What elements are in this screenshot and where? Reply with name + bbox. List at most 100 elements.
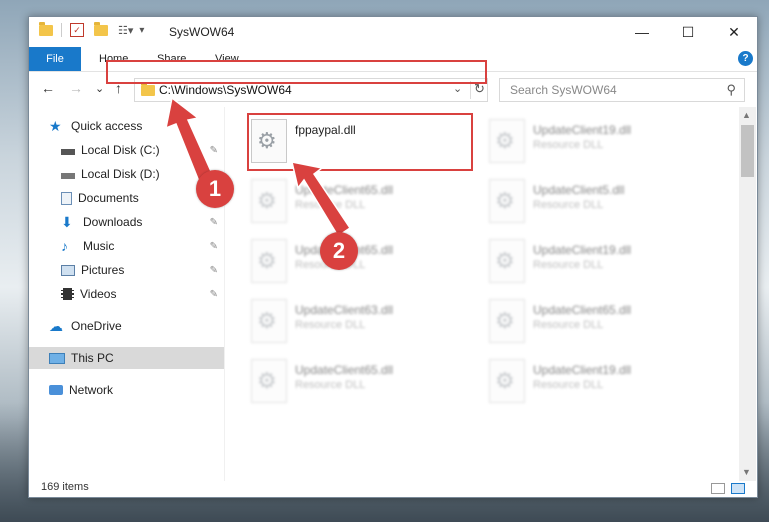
dll-file-icon [489,119,525,163]
sidebar-item-documents[interactable]: Documents [29,187,224,209]
sidebar-item-quick-access[interactable]: ★ Quick access [29,115,224,137]
sidebar-item-label: Videos [80,287,117,301]
search-icon[interactable]: ⚲ [726,82,736,98]
sidebar-item-local-disk-c[interactable]: Local Disk (C:) ✎ [29,139,224,161]
file-item[interactable]: UpdateClient63.dll Resource DLL [245,295,475,349]
dll-file-icon [489,239,525,283]
address-path[interactable]: C:\Windows\SysWOW64 [159,83,292,97]
file-type: Resource DLL [533,319,604,331]
file-item[interactable]: UpdateClient65.dll Resource DLL [245,235,475,289]
file-item[interactable]: UpdateClient5.dll Resource DLL [483,175,713,229]
file-item[interactable]: UpdateClient65.dll Resource DLL [245,355,475,409]
pin-icon[interactable]: ✎ [210,265,218,276]
file-type: Resource DLL [295,319,366,331]
minimize-button[interactable]: — [619,17,665,47]
pin-icon[interactable]: ✎ [210,145,218,156]
sidebar-item-label: Network [69,383,114,397]
file-name: UpdateClient5.dll [533,183,625,197]
close-button[interactable]: ✕ [711,17,757,47]
large-icons-view-icon[interactable] [731,483,745,494]
pin-icon[interactable]: ✎ [210,289,218,300]
sidebar-item-music[interactable]: ♪ Music ✎ [29,235,224,257]
dll-file-icon [251,179,287,223]
search-input[interactable]: Search SysWOW64 ⚲ [499,78,745,102]
sidebar-item-label: Local Disk (D:) [81,167,160,181]
new-folder-icon[interactable] [94,21,108,36]
file-name: UpdateClient19.dll [533,363,632,377]
pin-icon[interactable]: ✎ [210,217,218,228]
properties-icon[interactable]: ✓ [70,23,84,37]
file-item[interactable]: UpdateClient19.dll Resource DLL [483,115,713,169]
sidebar-item-this-pc[interactable]: This PC [29,347,224,369]
step-badge-2: 2 [320,232,358,270]
drive-icon [61,149,75,155]
music-icon: ♪ [61,238,68,254]
dll-file-icon [251,359,287,403]
sidebar-item-label: Local Disk (C:) [81,143,160,157]
file-name: UpdateClient65.dll [295,363,394,377]
folder-icon [39,21,53,36]
customize-toolbar-icon[interactable]: ☷▾ [118,24,133,37]
search-placeholder: Search SysWOW64 [510,83,617,97]
file-type: Resource DLL [295,199,366,211]
tab-file[interactable]: File [29,47,81,71]
file-name: UpdateClient65.dll [533,303,632,317]
dll-file-icon [489,359,525,403]
details-view-icon[interactable] [711,483,725,494]
explorer-window: ✓ ☷▾ ▾ SysWOW64 — ☐ ✕ File Home Share Vi… [28,16,758,498]
file-item[interactable]: UpdateClient19.dll Resource DLL [483,355,713,409]
file-name: UpdateClient65.dll [295,183,394,197]
help-icon[interactable]: ? [738,51,753,66]
documents-icon [61,191,72,205]
file-name: UpdateClient19.dll [533,243,632,257]
cloud-icon: ☁ [49,318,63,334]
window-title: SysWOW64 [169,25,235,39]
step-badge-1: 1 [196,170,234,208]
scroll-up-icon[interactable]: ▲ [742,110,751,120]
file-type: Resource DLL [533,139,604,151]
address-bar-highlight [106,60,487,84]
sidebar-item-local-disk-d[interactable]: Local Disk (D:) [29,163,224,185]
toolbar-dropdown-icon[interactable]: ▾ [139,25,144,36]
sidebar-item-pictures[interactable]: Pictures ✎ [29,259,224,281]
recent-locations-button[interactable]: ⌄ [95,82,104,95]
sidebar-item-downloads[interactable]: ⬇ Downloads ✎ [29,211,224,233]
star-icon: ★ [49,118,62,134]
file-item[interactable]: UpdateClient65.dll Resource DLL [483,295,713,349]
videos-icon [61,288,74,300]
file-type: Resource DLL [533,379,604,391]
back-button[interactable]: ← [41,80,55,96]
vertical-scrollbar[interactable]: ▲ ▼ [739,107,756,481]
dll-file-icon [251,239,287,283]
status-bar: 169 items [29,481,757,497]
dll-file-icon [251,299,287,343]
sidebar-item-label: Music [83,239,115,253]
file-item[interactable]: UpdateClient65.dll Resource DLL [245,175,475,229]
maximize-button[interactable]: ☐ [665,17,711,47]
pin-icon[interactable]: ✎ [210,241,218,252]
scrollbar-thumb[interactable] [741,125,754,177]
item-count: 169 items [41,481,89,493]
scroll-down-icon[interactable]: ▼ [742,467,751,477]
sidebar-item-network[interactable]: Network [29,379,224,401]
title-bar: ✓ ☷▾ ▾ SysWOW64 — ☐ ✕ [29,17,757,47]
sidebar-item-label: Quick access [71,119,143,133]
sidebar-item-videos[interactable]: Videos ✎ [29,283,224,305]
toolbar-divider [61,23,62,37]
downloads-icon: ⬇ [61,214,73,230]
sidebar-item-label: This PC [71,351,114,365]
forward-button[interactable]: → [69,80,83,96]
sidebar-item-onedrive[interactable]: ☁ OneDrive [29,315,224,337]
folder-icon [141,82,155,96]
dll-file-icon [489,179,525,223]
dll-file-icon [489,299,525,343]
drive-icon [61,173,75,179]
sidebar-item-label: Pictures [81,263,125,277]
file-name: UpdateClient63.dll [295,303,394,317]
sidebar-item-label: OneDrive [71,319,122,333]
navigation-pane: ★ Quick access Local Disk (C:) ✎ Local D… [29,107,224,481]
sidebar-item-label: Documents [78,191,139,205]
pictures-icon [61,264,75,276]
file-type: Resource DLL [533,199,604,211]
file-item[interactable]: UpdateClient19.dll Resource DLL [483,235,713,289]
